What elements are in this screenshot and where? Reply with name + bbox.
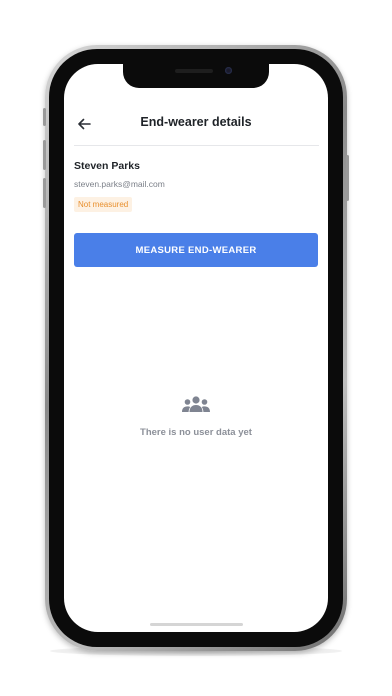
status-badge: Not measured: [74, 197, 133, 212]
app-screenshot: End-wearer details Steven Parks steven.p…: [0, 0, 392, 696]
notch: [123, 64, 269, 88]
empty-state: There is no user data yet: [64, 395, 328, 438]
empty-state-message: There is no user data yet: [140, 427, 252, 438]
measure-end-wearer-button[interactable]: MEASURE END-WEARER: [74, 233, 318, 267]
speaker-grille: [175, 69, 213, 73]
user-email: steven.parks@mail.com: [74, 179, 165, 189]
silent-switch: [43, 108, 46, 126]
phone-screen: End-wearer details Steven Parks steven.p…: [64, 64, 328, 632]
volume-down-button: [43, 178, 46, 208]
home-indicator[interactable]: [150, 623, 243, 626]
header-divider: [74, 145, 319, 146]
user-name: Steven Parks: [74, 160, 140, 172]
users-group-icon: [182, 396, 210, 412]
page-title: End-wearer details: [140, 115, 252, 129]
volume-up-button: [43, 140, 46, 170]
power-button: [346, 155, 349, 201]
front-camera: [225, 67, 232, 74]
app-header: End-wearer details: [64, 108, 328, 144]
